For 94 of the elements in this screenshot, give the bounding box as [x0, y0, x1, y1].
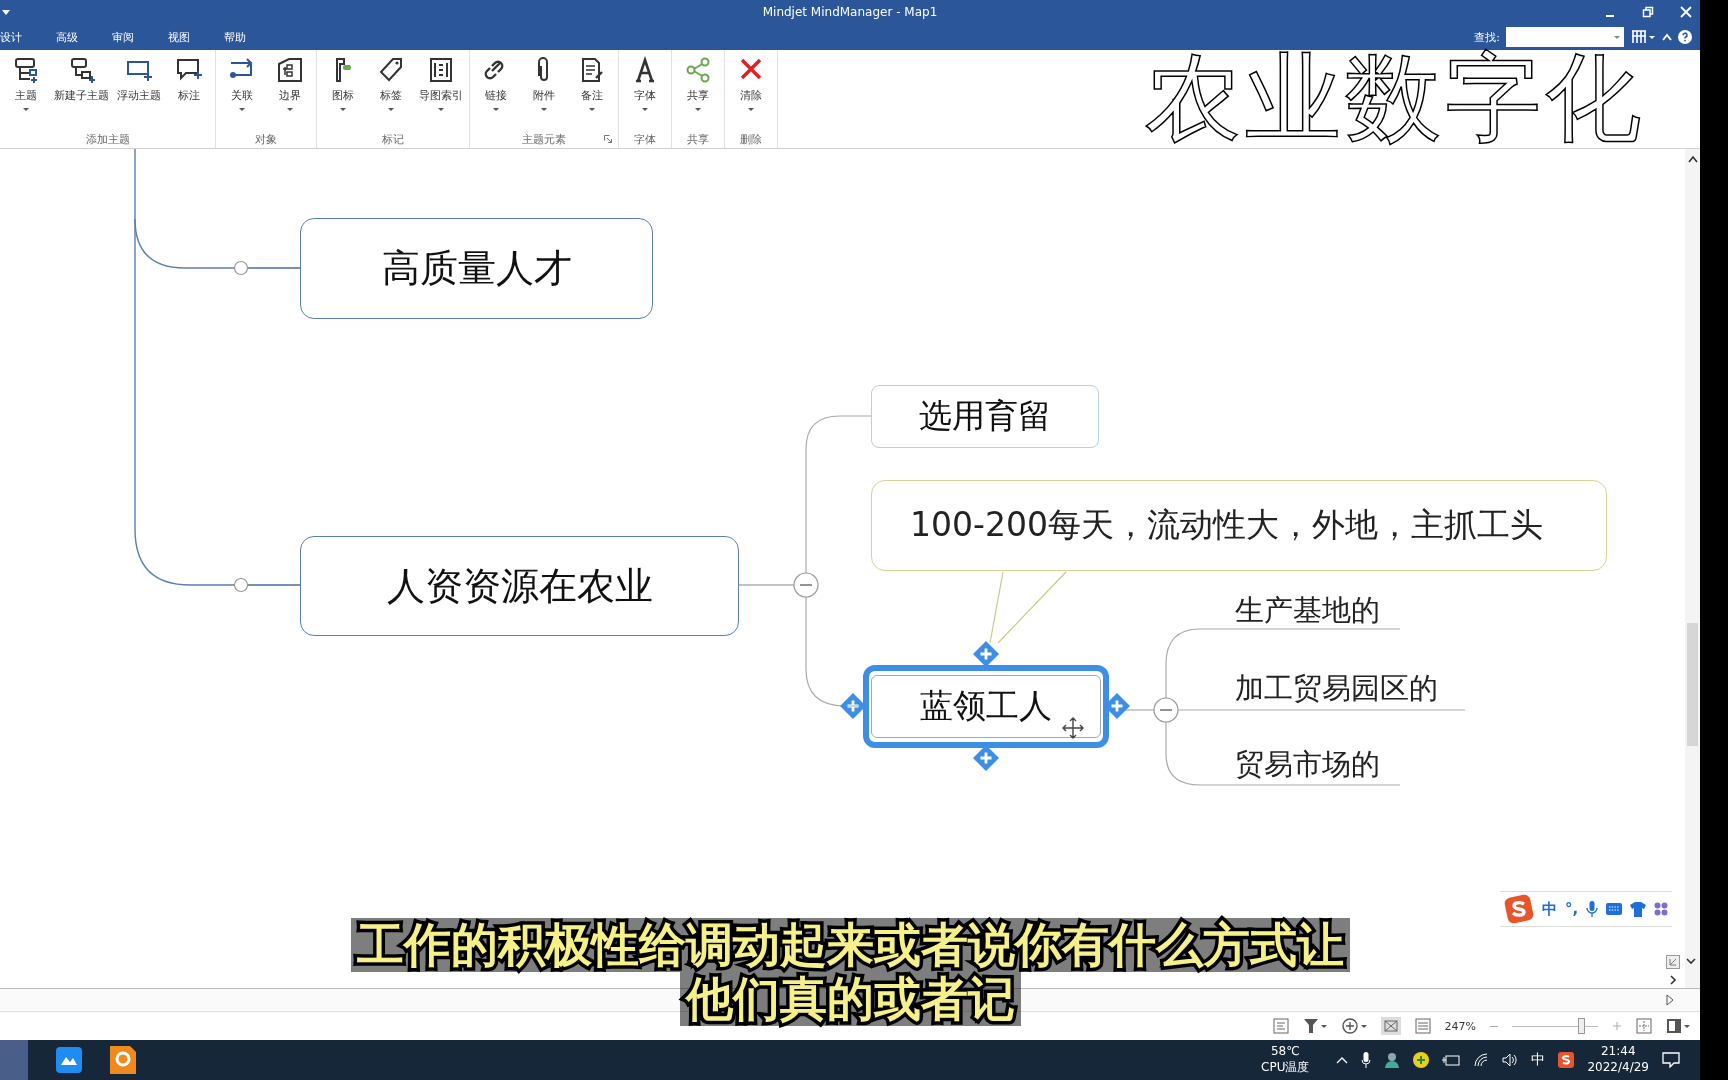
map-topic[interactable]: 人资资源在农业	[300, 536, 739, 636]
topic-handle[interactable]	[233, 260, 249, 276]
scroll-up-icon[interactable]	[1687, 155, 1698, 163]
overlay-title: 农业数字化	[1145, 46, 1645, 152]
group-label: 标记	[382, 131, 404, 147]
ribbon-button[interactable]: 新建子主题	[50, 56, 113, 130]
search-field[interactable]	[1506, 27, 1624, 47]
ribbon-button[interactable]: 标注	[165, 56, 213, 130]
chevron-down-icon[interactable]	[1686, 957, 1696, 965]
clock-date: 2022/4/29	[1587, 1060, 1649, 1076]
ribbon-button[interactable]: 图标	[319, 56, 367, 130]
ribbon-button[interactable]: 共享	[674, 56, 722, 130]
group-label: 字体	[634, 131, 656, 147]
vertical-scrollbar[interactable]	[1685, 149, 1700, 988]
keyboard-icon[interactable]	[1606, 903, 1623, 915]
ribbon-button[interactable]: 边界	[266, 56, 314, 130]
cpu-temperature: 58℃	[1270, 1044, 1300, 1060]
group-label: 共享	[687, 131, 709, 147]
ribbon-button[interactable]: 备注	[568, 56, 616, 130]
help-icon[interactable]	[1678, 30, 1692, 44]
speaker-icon[interactable]	[1502, 1053, 1519, 1067]
close-icon[interactable]	[1680, 6, 1692, 18]
sogou-logo-icon[interactable]	[1558, 1052, 1575, 1068]
group-label: 删除	[740, 131, 762, 147]
input-method[interactable]: 中	[1531, 1051, 1546, 1069]
chevron-right-icon[interactable]	[1669, 975, 1677, 985]
subtopic-label[interactable]: 加工贸易园区的	[1235, 669, 1438, 709]
boundary-icon	[275, 56, 305, 84]
wifi-icon[interactable]	[1473, 1053, 1490, 1067]
ribbon-button[interactable]: 链接	[472, 56, 520, 130]
group-label: 添加主题	[85, 131, 130, 147]
microphone-icon[interactable]	[1361, 1052, 1372, 1068]
map-topic[interactable]: 选用育留	[871, 385, 1099, 448]
add-circle-icon[interactable]	[1340, 1017, 1367, 1035]
attachment-icon	[537, 56, 551, 84]
filter-icon[interactable]	[1302, 1018, 1327, 1034]
collapse-ribbon-icon[interactable]	[1662, 33, 1672, 41]
scroll-thumb[interactable]	[1687, 623, 1698, 746]
collapse-icon[interactable]	[793, 572, 819, 598]
connector-line	[738, 584, 795, 586]
plus-circle-icon[interactable]	[1413, 1052, 1430, 1068]
topic-handle[interactable]	[233, 577, 249, 593]
subtitle: 工作的积极性给调动起来或者说你有什么方式让	[350, 918, 1350, 973]
ime-language[interactable]: 中	[1542, 899, 1557, 919]
clock-time: 21:44	[1600, 1044, 1636, 1060]
ime-punctuation[interactable]: °,	[1565, 900, 1579, 918]
binoculars-icon[interactable]	[1630, 30, 1656, 44]
apps-icon[interactable]	[1654, 902, 1669, 916]
search-label: 查找:	[1474, 29, 1500, 45]
map-topic[interactable]: 蓝领工人	[871, 675, 1101, 738]
add-topic-handle[interactable]	[973, 641, 999, 667]
slider-thumb[interactable]	[1577, 1018, 1585, 1034]
taskbar-app-icon[interactable]	[110, 1046, 136, 1074]
cpu-temperature-label: CPU温度	[1261, 1060, 1310, 1076]
ribbon-button[interactable]: 字体	[621, 56, 669, 130]
scroll-right-icon[interactable]	[1666, 994, 1674, 1006]
collapse-icon[interactable]	[1153, 697, 1179, 723]
notification-icon[interactable]	[1662, 1052, 1680, 1068]
ribbon-button[interactable]: 关联	[218, 56, 266, 130]
user-icon[interactable]	[1384, 1052, 1401, 1068]
sogou-logo-icon	[1504, 894, 1534, 924]
add-topic-handle[interactable]	[973, 745, 999, 771]
ribbon-button[interactable]: 清除	[727, 56, 775, 130]
map-topic[interactable]: 高质量人才	[300, 218, 653, 319]
window-title: Mindjet MindManager - Map1	[762, 5, 938, 19]
taskbar-app-icon[interactable]	[56, 1047, 82, 1073]
restore-icon[interactable]	[1642, 6, 1654, 18]
ribbon-button[interactable]: 主题	[2, 56, 50, 130]
menu-tab[interactable]: 设计	[0, 26, 30, 48]
move-cursor-icon	[1062, 717, 1084, 739]
ribbon-button[interactable]: 导图索引	[415, 56, 467, 130]
layout-icon[interactable]	[1666, 1018, 1690, 1034]
group-label: 对象	[255, 131, 277, 147]
callout-note[interactable]: 100-200每天，流动性大，外地，主抓工头	[871, 480, 1607, 571]
chevron-up-icon[interactable]	[1336, 1056, 1349, 1064]
group-label: 主题元素	[522, 131, 566, 147]
ribbon-button[interactable]: 附件	[520, 56, 568, 130]
subtopic-label[interactable]: 贸易市场的	[1235, 745, 1380, 785]
quick-access-icon[interactable]	[2, 9, 10, 15]
battery-icon[interactable]	[1442, 1054, 1461, 1066]
ribbon-button[interactable]: 标签	[367, 56, 415, 130]
shirt-icon[interactable]	[1630, 901, 1647, 917]
menu-tab[interactable]: 视图	[168, 26, 198, 48]
menu-tab[interactable]: 审阅	[112, 26, 142, 48]
subtopic-label[interactable]: 生产基地的	[1235, 591, 1380, 631]
menu-tab[interactable]: 帮助	[224, 26, 254, 48]
zoom-percentage: 247%	[1444, 1019, 1476, 1033]
menu-tab[interactable]: 高级	[56, 26, 86, 48]
dialog-launcher-icon[interactable]	[604, 135, 612, 143]
map-view-icon[interactable]	[1380, 1017, 1401, 1035]
add-topic-handle[interactable]	[840, 693, 866, 719]
map-overview-icon[interactable]	[1666, 955, 1680, 969]
ribbon-button[interactable]: 浮动主题	[113, 56, 165, 130]
connector-line	[1124, 709, 1155, 711]
